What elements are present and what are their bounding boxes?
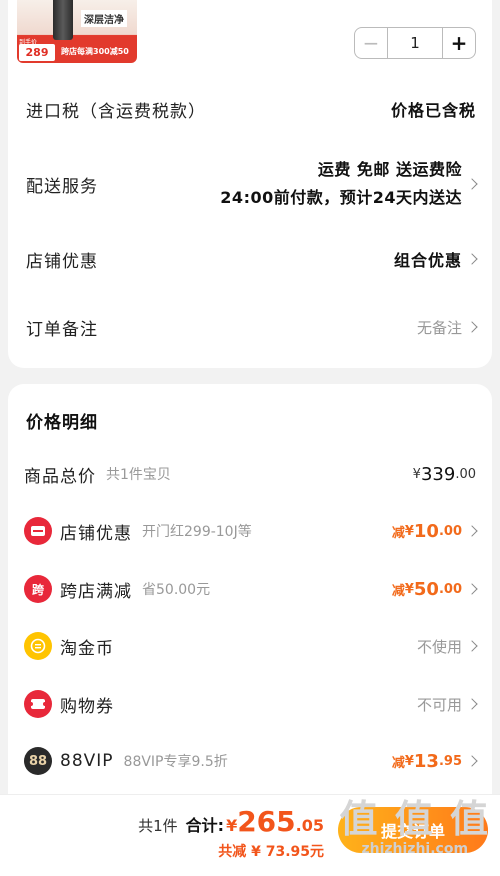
- vip88-int: 13: [413, 750, 439, 772]
- chevron-right-icon: [466, 525, 478, 537]
- total-line: 共1件 合计: ¥ 265 .05: [138, 805, 324, 838]
- gold-coin-row[interactable]: 淘金币 不使用: [24, 628, 478, 664]
- total-saved: 共减 ¥ 73.95元: [218, 844, 324, 860]
- currency-symbol: ¥: [226, 816, 238, 835]
- chevron-right-icon: [466, 178, 478, 190]
- delivery-estimate-text: 24:00前付款，预计24天内送达: [220, 188, 462, 207]
- currency-symbol: ¥: [412, 466, 421, 482]
- chevron-right-icon: [466, 321, 478, 333]
- vip88-label: 88VIP: [60, 751, 114, 771]
- import-tax-row: 进口税（含运费税款） 价格已含税: [26, 92, 476, 126]
- vip88-dec: .95: [438, 753, 462, 769]
- total-dec: .05: [295, 816, 324, 835]
- product-badge: 深层洁净: [81, 10, 127, 27]
- currency-symbol: ¥: [404, 523, 414, 539]
- quantity-stepper[interactable]: − 1 +: [354, 27, 476, 59]
- watermark-logo: 值 值 值: [339, 797, 490, 841]
- vip88-icon: 88: [24, 747, 52, 775]
- watermark: 值 值 值 zhizhizhi.com: [340, 797, 490, 857]
- price-detail-title: 价格明细: [26, 413, 98, 433]
- cross-store-label: 跨店满减: [60, 581, 132, 602]
- quantity-value[interactable]: 1: [387, 28, 443, 58]
- gold-coin-icon: [24, 632, 52, 660]
- item-count: 共1件: [138, 817, 178, 835]
- discount-prefix: 减: [391, 755, 405, 771]
- checkout-bar: 共1件 合计: ¥ 265 .05 共减 ¥ 73.95元 提交订单 值 值 值…: [0, 794, 500, 876]
- import-tax-label: 进口税（含运费税款）: [26, 101, 206, 122]
- shopping-voucher-value: 不可用: [416, 695, 462, 714]
- cross-store-int: 50: [413, 578, 439, 600]
- store-coupon-row[interactable]: 店铺优惠 开门红299-10J等 减 ¥ 10 .00: [24, 513, 478, 549]
- order-note-label: 订单备注: [26, 319, 98, 340]
- total-label: 合计:: [185, 816, 225, 835]
- chevron-right-icon: [466, 640, 478, 652]
- product-thumbnail[interactable]: 深层洁净 到手价 289 跨店每满300减50: [17, 0, 137, 63]
- vip88-sub: 88VIP专享9.5折: [123, 754, 228, 770]
- cross-store-row[interactable]: 跨 跨店满减 省50.00元 减 ¥ 50 .00: [24, 571, 478, 607]
- shipping-label: 配送服务: [26, 176, 98, 197]
- store-discount-row[interactable]: 店铺优惠 组合优惠: [26, 242, 478, 276]
- increase-button[interactable]: +: [443, 28, 475, 58]
- discount-prefix: 减: [391, 583, 405, 599]
- store-coupon-label: 店铺优惠: [60, 523, 132, 544]
- chevron-right-icon: [466, 755, 478, 767]
- gold-coin-value: 不使用: [416, 637, 462, 656]
- gold-coin-label: 淘金币: [60, 638, 114, 659]
- chevron-right-icon: [466, 253, 478, 265]
- product-promo: 跨店每满300减50: [61, 47, 129, 56]
- chevron-right-icon: [466, 698, 478, 710]
- decrease-button[interactable]: −: [355, 28, 387, 58]
- product-price: 289: [19, 44, 55, 61]
- order-note-row[interactable]: 订单备注 无备注: [26, 310, 478, 344]
- cross-store-icon: 跨: [24, 575, 52, 603]
- total-int: 265: [237, 805, 296, 838]
- currency-symbol: ¥: [404, 753, 414, 769]
- order-note-value: 无备注: [416, 318, 462, 337]
- discount-prefix: 减: [391, 525, 405, 541]
- goods-total-row: 商品总价 共1件宝贝 ¥ 339 .00: [24, 456, 476, 492]
- watermark-url: zhizhizhi.com: [361, 841, 469, 857]
- shopping-voucher-label: 购物券: [60, 696, 114, 717]
- store-coupon-int: 10: [413, 520, 439, 542]
- product-image: [53, 0, 73, 40]
- store-coupon-icon: [24, 517, 52, 545]
- chevron-right-icon: [466, 583, 478, 595]
- goods-total-int: 339: [420, 463, 456, 485]
- currency-symbol: ¥: [404, 581, 414, 597]
- goods-total-dec: .00: [455, 466, 476, 482]
- import-tax-value: 价格已含税: [390, 101, 476, 120]
- cross-store-sub: 省50.00元: [142, 582, 211, 598]
- store-discount-label: 店铺优惠: [26, 251, 98, 272]
- goods-total-label: 商品总价: [24, 466, 96, 487]
- store-coupon-sub: 开门红299-10J等: [142, 524, 252, 540]
- shopping-voucher-row[interactable]: 购物券 不可用: [24, 686, 478, 722]
- store-discount-value: 组合优惠: [393, 251, 462, 270]
- shipping-fee-text: 运费 免邮 送运费险: [317, 160, 462, 179]
- store-coupon-dec: .00: [438, 523, 462, 539]
- vip88-row[interactable]: 88 88VIP 88VIP专享9.5折 减 ¥ 13 .95: [24, 743, 478, 779]
- goods-total-sub: 共1件宝贝: [106, 467, 171, 483]
- shipping-row[interactable]: 配送服务 运费 免邮 送运费险 24:00前付款，预计24天内送达: [26, 154, 478, 214]
- shopping-voucher-icon: [24, 690, 52, 718]
- cross-store-dec: .00: [438, 581, 462, 597]
